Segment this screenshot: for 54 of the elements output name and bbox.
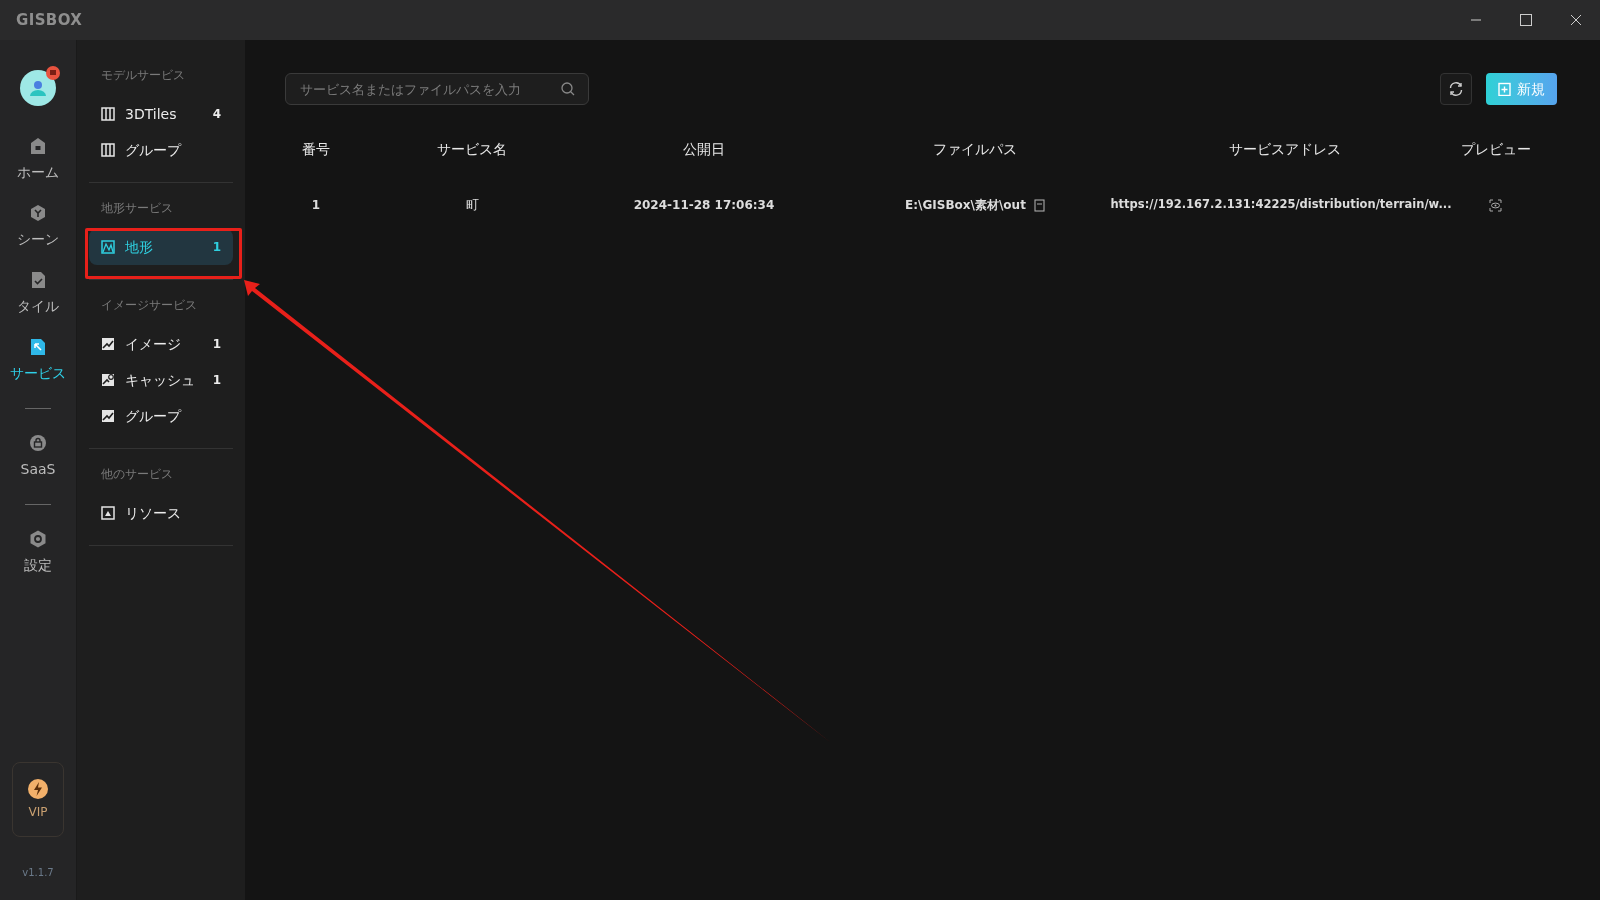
- mountain-icon: [101, 240, 115, 254]
- copy-icon[interactable]: [1033, 198, 1045, 212]
- table-cell: https://192.167.2.131:42225/distribution/terrain/w...: [1110, 196, 1452, 214]
- maximize-icon[interactable]: [1520, 14, 1532, 26]
- column-header: サービスアドレス: [1228, 139, 1342, 159]
- lightning-icon: [28, 778, 48, 799]
- service-icon: [28, 337, 48, 357]
- column-header: サービス名: [436, 139, 508, 159]
- table-cell-text: 1: [310, 197, 322, 214]
- nav-item[interactable]: シーン: [3, 193, 73, 260]
- sidebar-item[interactable]: キャッシュ 1: [89, 362, 233, 398]
- column-header: 公開日: [682, 139, 726, 159]
- image-icon: [101, 409, 115, 423]
- house-icon: [28, 136, 48, 156]
- lock-icon: [28, 433, 48, 453]
- add-file-icon: [1498, 82, 1511, 96]
- section-title: 地形サービス: [100, 200, 174, 217]
- nav-item[interactable]: タイル: [3, 260, 73, 327]
- section-title: 他のサービス: [100, 466, 174, 483]
- nav-item[interactable]: SaaS: [3, 423, 73, 490]
- columns-icon: [101, 107, 115, 121]
- table-cell-text: 2024-11-28 17:06:34: [632, 197, 776, 214]
- sidebar-item[interactable]: グループ: [89, 398, 233, 434]
- app-logo: GISBOX: [16, 9, 83, 31]
- notification-icon[interactable]: [46, 66, 60, 80]
- search-icon: [561, 82, 575, 96]
- sidebar-item[interactable]: 3DTiles 4: [89, 96, 233, 132]
- sidebar-item[interactable]: イメージ 1: [89, 326, 233, 362]
- section-title: イメージサービス: [100, 297, 198, 314]
- nav-item[interactable]: ホーム: [3, 126, 73, 193]
- resource-icon: [101, 506, 115, 520]
- table-cell-text: E:\GISBox\素材\out: [905, 197, 1026, 214]
- image-clock-icon: [101, 373, 115, 387]
- nav-item[interactable]: 設定: [3, 519, 73, 586]
- sidebar-item[interactable]: リソース: [89, 495, 233, 531]
- column-header: ファイルパス: [932, 139, 1018, 159]
- sidebar-item[interactable]: グループ: [89, 132, 233, 168]
- section-title: モデルサービス: [100, 67, 186, 84]
- nav-item[interactable]: サービス: [3, 327, 73, 394]
- columns-icon: [101, 143, 115, 157]
- column-header: プレビュー: [1459, 139, 1532, 159]
- refresh-icon: [1448, 81, 1464, 97]
- sidebar-item[interactable]: 地形 1: [89, 229, 233, 265]
- vip-button[interactable]: VIP: [12, 762, 64, 837]
- preview-eye-icon[interactable]: [1489, 198, 1502, 212]
- refresh-button[interactable]: [1440, 73, 1472, 105]
- search-field[interactable]: サービス名またはファイルパスを入力: [285, 73, 589, 105]
- cube-icon: [28, 203, 48, 223]
- settings-icon: [28, 529, 48, 549]
- column-header: 番号: [301, 139, 331, 159]
- version-label: v1.1.7: [22, 866, 54, 880]
- table-cell-text: 町: [464, 196, 480, 215]
- close-icon[interactable]: [1570, 14, 1582, 26]
- image-icon: [101, 337, 115, 351]
